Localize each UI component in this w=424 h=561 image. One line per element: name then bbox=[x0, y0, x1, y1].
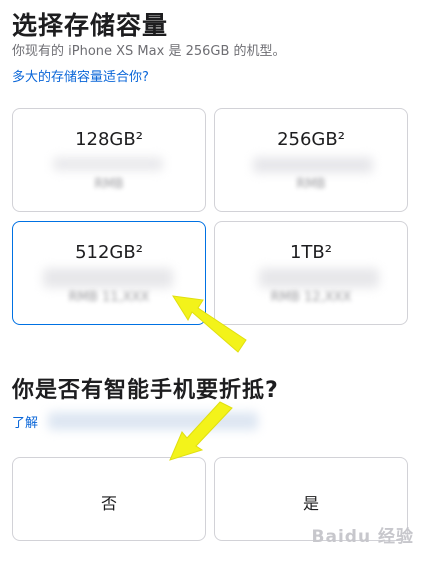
arrow-to-no-option-icon bbox=[169, 401, 233, 461]
arrow-to-512gb-icon bbox=[172, 295, 247, 353]
watermark-logo: Baidu 经验 bbox=[311, 527, 414, 547]
annotation-arrows bbox=[169, 295, 247, 461]
